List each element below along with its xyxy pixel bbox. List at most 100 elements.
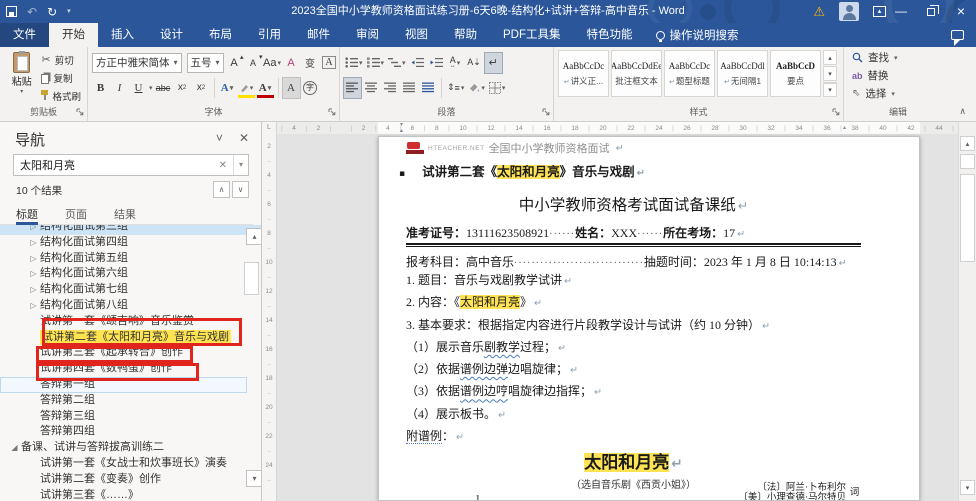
close-button[interactable]: ×	[946, 0, 976, 23]
nav-item[interactable]: 试讲第二套《太阳和月亮》音乐与戏剧	[0, 330, 261, 346]
borders-button[interactable]: ▾	[488, 78, 507, 98]
ribbon-tab[interactable]: 邮件	[294, 23, 343, 47]
nav-item[interactable]: ▷结构化面试第七组	[0, 282, 261, 298]
align-right-button[interactable]	[382, 78, 399, 98]
right-indent-marker[interactable]: ▴	[843, 125, 846, 131]
ribbon-tab[interactable]: 开始	[49, 23, 98, 47]
nav-scroll-down-button[interactable]: ▾	[246, 470, 262, 487]
nav-tab[interactable]: 结果	[114, 206, 136, 225]
nav-item[interactable]: ◢备课、试讲与答辩拔高训练二	[0, 440, 261, 456]
nav-item[interactable]: 答辩第四组	[0, 424, 261, 440]
horizontal-ruler[interactable]: |4|2||2|4|6|8|10|12|14|16|18|20|22|24|26…	[277, 122, 958, 134]
bold-button[interactable]: B	[92, 78, 109, 98]
previous-result-button[interactable]: ∧	[213, 181, 230, 198]
numbering-button[interactable]: ▾	[366, 53, 386, 73]
nav-tab[interactable]: 标题	[16, 206, 38, 225]
show-hide-marks-button[interactable]: ↵	[485, 53, 502, 73]
asian-layout-button[interactable]: A↔▾	[447, 53, 464, 73]
select-button[interactable]: ⇖选择▾	[848, 85, 948, 102]
ribbon-tab[interactable]: 帮助	[441, 23, 490, 47]
warning-icon[interactable]: ⚠	[813, 5, 825, 18]
styles-gallery-expand-button[interactable]: ▾	[823, 82, 837, 97]
dialog-launcher-icon[interactable]	[832, 108, 840, 116]
user-avatar[interactable]	[839, 2, 859, 21]
style-card[interactable]: AaBbCcDdl↵无间隔1	[717, 50, 768, 97]
document-page[interactable]: HTEACHER.NET 全国中小学教师资格面试 ↵ ▪试讲第二套《太阳和月亮》…	[378, 136, 920, 501]
chevron-collapsed-icon[interactable]: ▷	[27, 282, 40, 298]
decrease-indent-button[interactable]	[409, 53, 426, 73]
style-card[interactable]: AaBbCcDc↵讲义正...	[558, 50, 609, 97]
increase-indent-button[interactable]	[428, 53, 445, 73]
character-border-button[interactable]: A	[321, 53, 338, 73]
style-card[interactable]: AaBbCcD要点	[770, 50, 821, 97]
next-result-button[interactable]: ∨	[232, 181, 249, 198]
styles-scroll-down-button[interactable]: ▾	[823, 66, 837, 81]
strikethrough-button[interactable]: abc	[155, 78, 172, 98]
nav-scroll-up-button[interactable]: ▴	[246, 228, 262, 245]
text-effects-button[interactable]: A▾	[219, 78, 236, 98]
align-center-button[interactable]	[363, 78, 380, 98]
bullets-button[interactable]: ▾	[344, 53, 364, 73]
nav-item[interactable]: 答辩第二组	[0, 393, 261, 409]
nav-item[interactable]: ▷结构化面试第四组	[0, 235, 261, 251]
nav-close-icon[interactable]: ✕	[239, 131, 249, 145]
dialog-launcher-icon[interactable]	[542, 108, 550, 116]
restore-button[interactable]	[916, 0, 946, 23]
scroll-down-button[interactable]: ▾	[960, 480, 975, 495]
ribbon-tab[interactable]: 布局	[196, 23, 245, 47]
vertical-ruler[interactable]: 2–4–6–8–10–12–14–16–18–20–22–24–	[262, 134, 277, 501]
ribbon-tab[interactable]: 审阅	[343, 23, 392, 47]
italic-button[interactable]: I	[111, 78, 128, 98]
nav-item[interactable]: 试讲第三套《起承转合》创作	[0, 345, 261, 361]
nav-item[interactable]: 试讲第二套《变奏》创作	[0, 472, 261, 488]
paste-button[interactable]: 粘贴 ▾	[4, 50, 39, 105]
dialog-launcher-icon[interactable]	[328, 108, 336, 116]
ribbon-tab[interactable]: 文件	[0, 23, 49, 47]
nav-options-icon[interactable]: ˅	[216, 131, 223, 145]
styles-scroll-up-button[interactable]: ▴	[823, 50, 837, 65]
nav-item[interactable]: ▷结构化面试第八组	[0, 298, 261, 314]
character-shading-button[interactable]: A	[283, 78, 300, 98]
indent-marker[interactable]: ▾▴	[400, 122, 403, 134]
ribbon-tab[interactable]: 设计	[147, 23, 196, 47]
nav-item[interactable]: 答辩第三组	[0, 409, 261, 425]
nav-search-box[interactable]: 太阳和月亮 ✕ ▾	[13, 154, 249, 176]
nav-item[interactable]: 答辩第一组	[0, 377, 247, 393]
redo-icon[interactable]: ↻	[47, 6, 57, 18]
scrollbar-thumb[interactable]	[960, 174, 975, 262]
grow-font-button[interactable]: A▴	[226, 53, 243, 73]
nav-scrollbar-thumb[interactable]	[244, 262, 259, 295]
search-input[interactable]: 太阳和月亮	[14, 157, 213, 173]
shrink-font-button[interactable]: A▾	[245, 53, 262, 73]
clear-formatting-button[interactable]: A	[283, 53, 300, 73]
shading-button[interactable]: ▾	[467, 78, 486, 98]
phonetic-guide-button[interactable]: 变	[302, 53, 319, 73]
nav-item[interactable]: ▷结构化面试第五组	[0, 251, 261, 267]
ribbon-tab[interactable]: 视图	[392, 23, 441, 47]
comments-icon[interactable]	[951, 30, 964, 40]
chevron-collapsed-icon[interactable]: ▷	[27, 298, 40, 314]
search-options-dropdown-icon[interactable]: ▾	[233, 155, 248, 175]
justify-button[interactable]	[401, 78, 418, 98]
format-painter-button[interactable]: 格式刷	[39, 87, 83, 104]
nav-item[interactable]: 试讲第三套《……》	[0, 488, 261, 501]
find-button[interactable]: 查找▾	[848, 49, 948, 66]
ruler-toggle-button[interactable]	[960, 154, 975, 169]
nav-item[interactable]: ▷结构化面试第三组	[0, 225, 261, 235]
replace-button[interactable]: ab替换	[848, 67, 948, 84]
line-spacing-button[interactable]: ⇕≡▾	[446, 78, 465, 98]
dialog-launcher-icon[interactable]	[76, 108, 84, 116]
chevron-collapsed-icon[interactable]: ▷	[27, 235, 40, 251]
chevron-expanded-icon[interactable]: ◢	[8, 440, 21, 456]
chevron-collapsed-icon[interactable]: ▷	[27, 225, 40, 235]
underline-button[interactable]: U	[130, 78, 147, 98]
distribute-button[interactable]	[420, 78, 437, 98]
nav-item[interactable]: ▷结构化面试第六组	[0, 266, 261, 282]
style-card[interactable]: AaBbCcDdEe批注框文本	[611, 50, 662, 97]
copy-button[interactable]: 复制	[39, 69, 83, 86]
tell-me-search[interactable]: 操作说明搜索	[646, 23, 749, 47]
document-scrollbar[interactable]: ▴ ▾	[958, 122, 976, 501]
minimize-button[interactable]: —	[886, 0, 916, 23]
font-name-select[interactable]: 方正中雅宋简体▾	[92, 53, 182, 73]
nav-item[interactable]: 试讲第一套《颂吉响》音乐鉴赏	[0, 314, 261, 330]
